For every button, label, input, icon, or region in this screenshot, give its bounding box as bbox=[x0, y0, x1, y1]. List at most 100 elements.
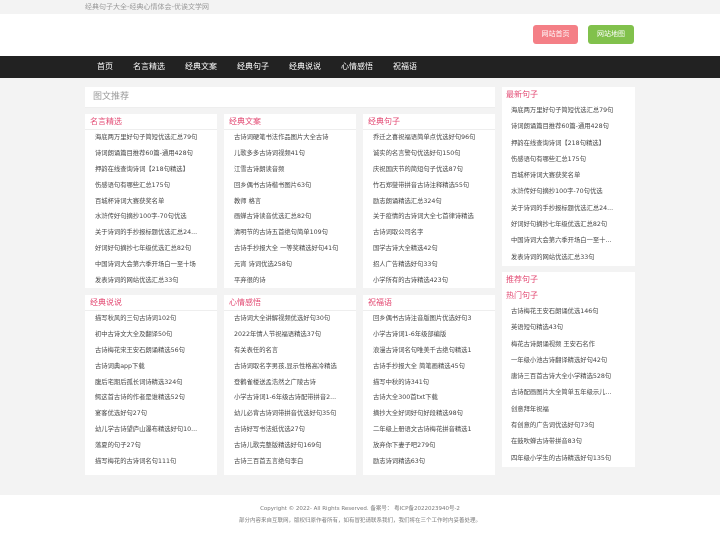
article-link[interactable]: 古诗儿歌完整版精选好句169句 bbox=[234, 438, 351, 454]
article-link[interactable]: 放弃你下妻子吧279句 bbox=[373, 438, 490, 454]
nav-item[interactable]: 名言精选 bbox=[123, 56, 175, 78]
article-link[interactable]: 押韵在线查询诗词【218句精选】 bbox=[95, 162, 212, 178]
article-link[interactable]: 宴客优选好句27句 bbox=[95, 406, 212, 422]
sidebar-link[interactable]: 英语短句精选43句 bbox=[511, 320, 631, 336]
article-link[interactable]: 教师 格言 bbox=[234, 194, 351, 210]
article-link[interactable]: 招人广告精选好句33句 bbox=[373, 257, 490, 273]
article-link[interactable]: 描写秋风的三句古诗词102句 bbox=[95, 311, 212, 327]
article-link[interactable]: 诚实的名言警句优选好句150句 bbox=[373, 146, 490, 162]
article-link[interactable]: 乔迁之喜祝福语简单点优选好句96句 bbox=[373, 130, 490, 146]
article-link[interactable]: 幼儿学古诗望庐山瀑布精选好句10... bbox=[95, 422, 212, 438]
article-link[interactable]: 小学所有的古诗精选423句 bbox=[373, 273, 490, 289]
article-link[interactable]: 古诗好写书法纸优选27句 bbox=[234, 422, 351, 438]
nav-item[interactable]: 心情感悟 bbox=[331, 56, 383, 78]
column-title[interactable]: 祝福语 bbox=[363, 295, 495, 311]
article-link[interactable]: 落夏的句子27句 bbox=[95, 438, 212, 454]
home-button[interactable]: 网站首页 bbox=[533, 25, 578, 44]
article-link[interactable]: 描写中秋的诗341句 bbox=[373, 375, 490, 391]
nav-item[interactable]: 经典句子 bbox=[227, 56, 279, 78]
sidebar-link[interactable]: 好词好句摘抄七年级优选汇总82句 bbox=[511, 217, 631, 233]
article-link[interactable]: 古诗词硬笔书法作品图片大全古诗 bbox=[234, 130, 351, 146]
article-link[interactable]: 有关表任的名言 bbox=[234, 343, 351, 359]
sidebar-link[interactable]: 诗词朗诵篇目推荐60篇-通用428句 bbox=[511, 119, 631, 135]
article-link[interactable]: 发表诗词的网站优选汇总33句 bbox=[95, 273, 212, 289]
article-link[interactable]: 摘抄大全好词好句好段精选98句 bbox=[373, 406, 490, 422]
article-link[interactable]: 伤感语句有哪些汇总175句 bbox=[95, 178, 212, 194]
article-link[interactable]: 古诗词大全讲解视频优选好句30句 bbox=[234, 311, 351, 327]
sidebar-link[interactable]: 海底两万里好句子简短优选汇总79句 bbox=[511, 103, 631, 119]
article-link[interactable]: 庆祝国庆节的简短句子优选87句 bbox=[373, 162, 490, 178]
article-link[interactable]: 古诗大全300首txt下载 bbox=[373, 390, 490, 406]
sidebar-link[interactable]: 百城杯诗词大赛获奖名单 bbox=[511, 168, 631, 184]
article-link[interactable]: 浪漫古诗词名句唯美千古绝句精选1 bbox=[373, 343, 490, 359]
sidebar-link[interactable]: 水浒传好句摘抄100字-70句优选 bbox=[511, 184, 631, 200]
article-link[interactable]: 元宵 诗词优选258句 bbox=[234, 257, 351, 273]
article-link[interactable]: 古诗梅花宋王安石朗诵精选56句 bbox=[95, 343, 212, 359]
sidebar-link[interactable]: 梅花古诗朗诵视频 王安石名作 bbox=[511, 337, 631, 353]
sidebar-link[interactable]: 伤感语句有哪些汇总175句 bbox=[511, 152, 631, 168]
sidebar-link[interactable]: 在鼓吹蝉古诗带拼音83句 bbox=[511, 434, 631, 450]
article-link[interactable]: 古诗三百首五言绝句李白 bbox=[234, 454, 351, 470]
nav-item[interactable]: 祝福语 bbox=[383, 56, 427, 78]
article-link[interactable]: 鳄这首古诗的作者是谁精选52句 bbox=[95, 390, 212, 406]
article-link[interactable]: 回乡偶书古诗楷书图片63句 bbox=[234, 178, 351, 194]
sidebar-link[interactable]: 关于诗词的手抄报标题优选汇总24... bbox=[511, 201, 631, 217]
article-link[interactable]: 竹石郑燮带拼音古诗注释精选55句 bbox=[373, 178, 490, 194]
article-link[interactable]: 回乡偶书古诗注音版图片优选好句3 bbox=[373, 311, 490, 327]
sidebar-link[interactable]: 古诗配画图片大全简单五年级示儿... bbox=[511, 385, 631, 401]
column-title[interactable]: 经典句子 bbox=[363, 114, 495, 130]
article-link[interactable]: 小学古诗词1-6年级部编版 bbox=[373, 327, 490, 343]
sidebar-link[interactable]: 一年级小池古诗翻译精选好句42句 bbox=[511, 353, 631, 369]
article-link[interactable]: 关于诗词的手抄报标题优选汇总24... bbox=[95, 225, 212, 241]
column-title[interactable]: 心情感悟 bbox=[224, 295, 356, 311]
article-link[interactable]: 国学古诗大全精选42句 bbox=[373, 241, 490, 257]
article-link[interactable]: 画蝉古诗读音优选汇总82句 bbox=[234, 209, 351, 225]
column-title[interactable]: 名言精选 bbox=[85, 114, 217, 130]
article-link[interactable]: 百城杯诗词大赛获奖名单 bbox=[95, 194, 212, 210]
article-link[interactable]: 幼儿必背古诗词带拼音优选好句35句 bbox=[234, 406, 351, 422]
article-link[interactable]: 古诗手抄报大全 一等奖精选好句41句 bbox=[234, 241, 351, 257]
sidebar-box-title[interactable]: 热门句子 bbox=[502, 288, 635, 304]
header: 网站首页 网站地图 bbox=[0, 14, 720, 56]
sidebar-link[interactable]: 发表诗词的网站优选汇总33句 bbox=[511, 250, 631, 266]
article-link[interactable]: 励志朗诵精选汇总324句 bbox=[373, 194, 490, 210]
article-link[interactable]: 清明节的古诗五首绝句简单109句 bbox=[234, 225, 351, 241]
article-link[interactable]: 二年级上册语文古诗梅花拼音精选1 bbox=[373, 422, 490, 438]
article-link[interactable]: 登鹳雀楼送孟浩然之广陵古诗 bbox=[234, 375, 351, 391]
article-link[interactable]: 小学古诗词1-6年级古诗配带拼音2... bbox=[234, 390, 351, 406]
sidebar-link[interactable]: 唐诗三百首古诗大全小学精选528句 bbox=[511, 369, 631, 385]
sidebar-link[interactable]: 创意拜年祝福 bbox=[511, 402, 631, 418]
article-link[interactable]: 描写梅花的古诗词名句111句 bbox=[95, 454, 212, 470]
article-link[interactable]: 腹后宅期后孤长词诗精选324句 bbox=[95, 375, 212, 391]
sidebar-link[interactable]: 押韵在线查询诗词【218句精选】 bbox=[511, 136, 631, 152]
nav-item[interactable]: 经典说说 bbox=[279, 56, 331, 78]
column-title[interactable]: 经典文案 bbox=[224, 114, 356, 130]
article-link[interactable]: 海底两万里好句子简短优选汇总79句 bbox=[95, 130, 212, 146]
sidebar-link[interactable]: 古诗梅花王安石朗诵优选146句 bbox=[511, 304, 631, 320]
article-link[interactable]: 关于疫情的古诗词大全七首律诗精选 bbox=[373, 209, 490, 225]
sidebar-link[interactable]: 四年级小学生的古诗精选好句135句 bbox=[511, 451, 631, 467]
article-link[interactable]: 儿歌多多古诗词视频41句 bbox=[234, 146, 351, 162]
category-column: 经典文案 古诗词硬笔书法作品图片大全古诗 儿歌多多古诗词视频41句 江雪古诗朗读音频回… bbox=[224, 114, 356, 288]
nav-item[interactable]: 经典文案 bbox=[175, 56, 227, 78]
article-link[interactable]: 励志诗词精选63句 bbox=[373, 454, 490, 470]
article-link[interactable]: 初中古诗文大全及翻译50句 bbox=[95, 327, 212, 343]
sitemap-button[interactable]: 网站地图 bbox=[588, 25, 634, 44]
sidebar-box-title[interactable]: 最新句子 bbox=[502, 87, 635, 103]
article-link[interactable]: 中国诗词大会第六季开场白一至十场 bbox=[95, 257, 212, 273]
article-link[interactable]: 水浒传好句摘抄100字-70句优选 bbox=[95, 209, 212, 225]
article-link[interactable]: 古诗手抄报大全 简笔画精选45句 bbox=[373, 359, 490, 375]
article-link[interactable]: 好词好句摘抄七年级优选汇总82句 bbox=[95, 241, 212, 257]
article-link[interactable]: 平弃很的诗 bbox=[234, 273, 351, 289]
article-link[interactable]: 江雪古诗朗读音频 bbox=[234, 162, 351, 178]
article-link[interactable]: 2022年情人节祝福语精选37句 bbox=[234, 327, 351, 343]
article-link[interactable]: 古诗词取名字男孩,显示性格高冷精选 bbox=[234, 359, 351, 375]
article-link[interactable]: 诗词朗诵篇目推荐60篇-通用428句 bbox=[95, 146, 212, 162]
column-title[interactable]: 经典说说 bbox=[85, 295, 217, 311]
sidebar-link[interactable]: 有创意的广告词优选好句73句 bbox=[511, 418, 631, 434]
sidebar-box-title[interactable]: 推荐句子 bbox=[502, 272, 635, 288]
article-link[interactable]: 古诗词典app下载 bbox=[95, 359, 212, 375]
nav-item[interactable]: 首页 bbox=[85, 56, 123, 78]
article-link[interactable]: 古诗词取公司名字 bbox=[373, 225, 490, 241]
sidebar-link[interactable]: 中国诗词大会第六季开场白一至十... bbox=[511, 233, 631, 249]
